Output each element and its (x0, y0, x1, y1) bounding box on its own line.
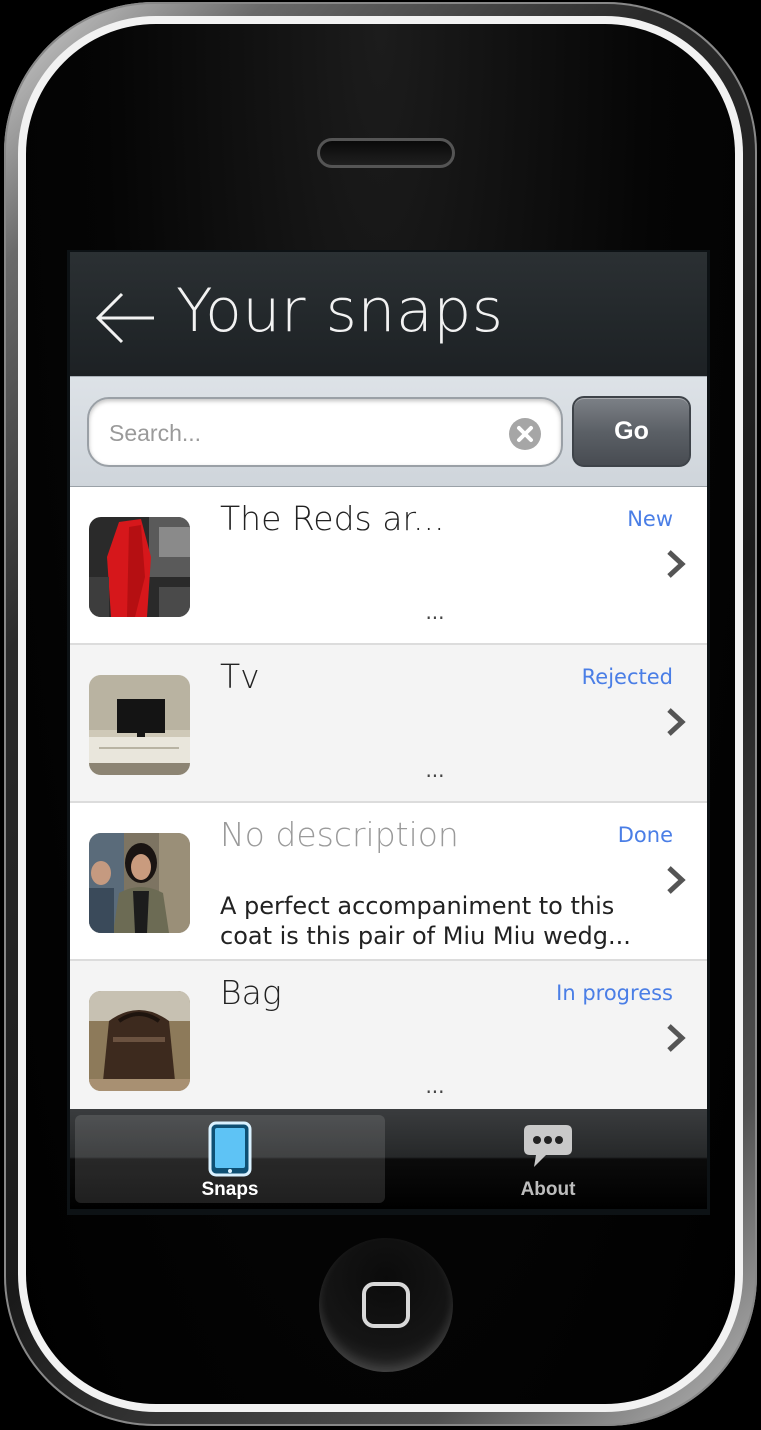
status-badge: In progress (556, 981, 673, 1005)
list-item[interactable]: The Reds ar... New ... (70, 487, 707, 645)
chevron-right-icon (667, 1024, 686, 1052)
earpiece-speaker (317, 138, 455, 168)
tab-snaps[interactable]: Snaps (75, 1115, 385, 1203)
go-button[interactable]: Go (572, 396, 691, 467)
item-description: ... (425, 758, 445, 782)
item-title: The Reds ar... (220, 499, 445, 538)
item-title: Bag (220, 973, 282, 1012)
home-square-icon (362, 1282, 410, 1328)
bag-photo (89, 991, 190, 1091)
search-bar: Go (70, 376, 707, 487)
item-description: ... (425, 1074, 445, 1098)
chevron-right-icon (667, 866, 686, 894)
search-input[interactable] (107, 399, 491, 467)
red-coat-photo (89, 517, 190, 617)
tab-bar: Snaps About (70, 1109, 707, 1209)
status-badge: New (627, 507, 673, 531)
tv-photo (89, 675, 190, 775)
search-field (87, 397, 563, 467)
chevron-right-icon (667, 708, 686, 736)
tab-label: About (520, 1179, 576, 1200)
status-badge: Rejected (581, 665, 673, 689)
app-screen: Your snaps Go (67, 250, 710, 1215)
woman-photo (89, 833, 190, 933)
list-item[interactable]: No description Done A perfect accompanim… (70, 803, 707, 961)
list-item[interactable]: Tv Rejected ... (70, 645, 707, 803)
clear-circle-icon[interactable] (509, 418, 541, 450)
snaps-list: The Reds ar... New ... Tv Rejected ... N… (70, 487, 707, 1109)
page-title: Your snaps (176, 276, 504, 346)
tab-label: Snaps (201, 1179, 259, 1200)
status-badge: Done (617, 823, 673, 847)
item-title: No description (220, 815, 459, 854)
tablet-icon (208, 1121, 252, 1177)
back-arrow-icon[interactable] (94, 292, 156, 344)
speech-bubble-icon (524, 1125, 572, 1167)
item-title: Tv (220, 657, 260, 696)
navigation-header: Your snaps (70, 252, 707, 376)
home-button[interactable] (319, 1238, 453, 1372)
tab-about[interactable]: About (393, 1115, 703, 1203)
list-item[interactable]: Bag In progress ... (70, 961, 707, 1109)
item-description: ... (425, 600, 445, 624)
chevron-right-icon (667, 550, 686, 578)
